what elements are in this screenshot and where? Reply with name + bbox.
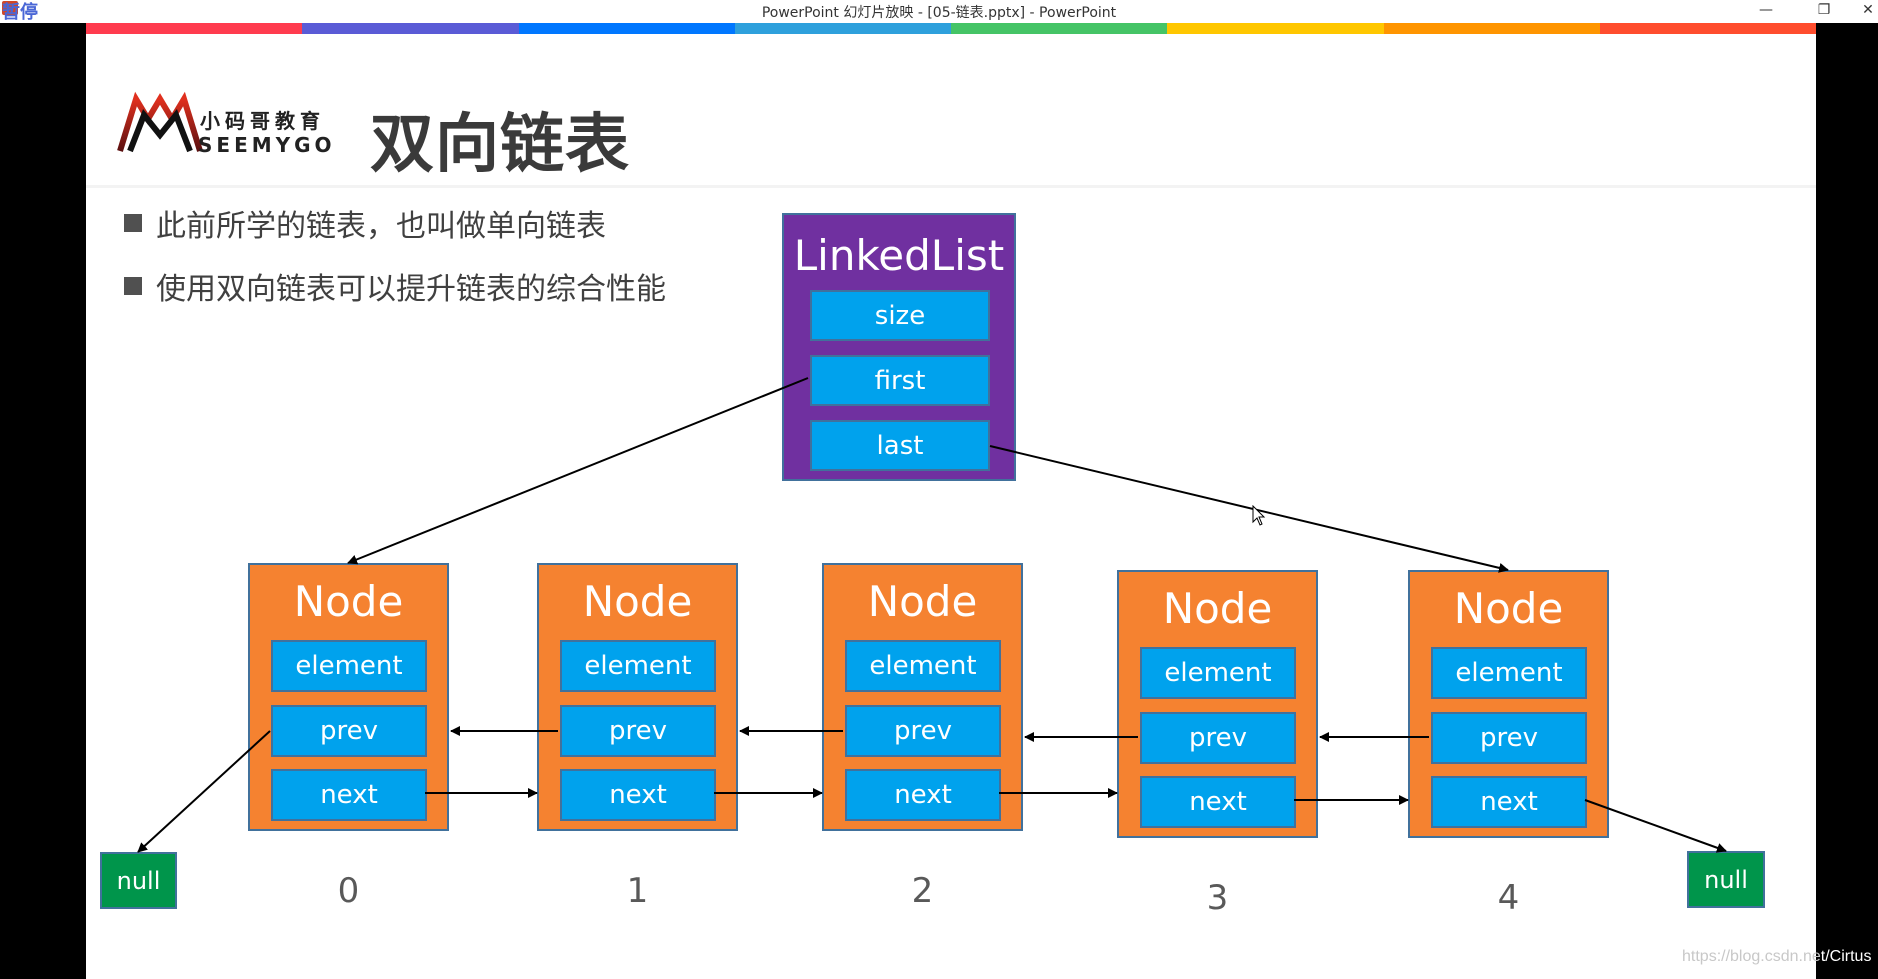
slide: 小码哥教育 SEEMYGO 双向链表 此前所学的链表，也叫做单向链表 使用双向链… — [86, 23, 1816, 979]
node-title: Node — [867, 577, 978, 626]
mouse-cursor-icon — [1252, 505, 1266, 526]
node-title: Node — [1453, 584, 1564, 633]
linkedlist-field-size: size — [810, 290, 990, 341]
node-field-prev: prev — [560, 705, 716, 757]
node-index-label: 2 — [911, 871, 934, 911]
bullet-text: 此前所学的链表，也叫做单向链表 — [156, 209, 606, 244]
color-bar-segment — [302, 23, 519, 34]
color-bar-segment — [1167, 23, 1384, 34]
node-title: Node — [582, 577, 693, 626]
node-box-2: Node element prev next — [822, 563, 1023, 831]
node-field-element: element — [845, 640, 1001, 692]
node-field-element: element — [560, 640, 716, 692]
color-bar-segment — [951, 23, 1168, 34]
linkedlist-field-first: first — [810, 355, 990, 406]
node-index-label: 3 — [1206, 878, 1229, 918]
slide-title: 双向链表 — [370, 108, 630, 182]
slide-color-bar — [86, 23, 1816, 34]
node-field-prev: prev — [1140, 712, 1296, 764]
node-index-label: 4 — [1497, 878, 1520, 918]
node-field-element: element — [1431, 647, 1587, 699]
close-button[interactable]: ✕ — [1858, 0, 1878, 22]
node-index-label: 1 — [626, 871, 649, 911]
watermark-light-text: https://blog.csdn.ne — [1682, 948, 1821, 965]
arrow-last-to-node-4 — [989, 445, 1509, 573]
window-title: PowerPoint 幻灯片放映 - [05-链表.pptx] - PowerP… — [761, 5, 1117, 21]
linkedlist-title: LinkedList — [793, 231, 1005, 280]
node-title: Node — [1162, 584, 1273, 633]
node-title: Node — [293, 577, 404, 626]
node-field-next: next — [1140, 776, 1296, 828]
pause-overlay-label: 暂停 — [2, 2, 38, 23]
null-box-left: null — [100, 852, 177, 909]
arrow-first-to-node-0 — [347, 377, 809, 565]
color-bar-segment — [1383, 23, 1600, 34]
node-field-next: next — [845, 769, 1001, 821]
node-box-4: Node element prev next — [1408, 570, 1609, 838]
window-titlebar: 暂停 PowerPoint 幻灯片放映 - [05-链表.pptx] - Pow… — [0, 0, 1878, 23]
watermark: https://blog.csdn.net/Cirtus — [1682, 948, 1871, 966]
bullet-square-icon — [124, 214, 142, 232]
bullet-text: 使用双向链表可以提升链表的综合性能 — [156, 272, 666, 307]
node-box-3: Node element prev next — [1117, 570, 1318, 838]
logo-text-en: SEEMYGO — [198, 133, 336, 157]
linkedlist-box: LinkedList size first last — [782, 213, 1016, 481]
node-field-prev: prev — [1431, 712, 1587, 764]
color-bar-segment — [86, 23, 303, 34]
node-index-label: 0 — [337, 871, 360, 911]
node-field-prev: prev — [271, 705, 427, 757]
node-box-1: Node element prev next — [537, 563, 738, 831]
node-field-prev: prev — [845, 705, 1001, 757]
bullet-item: 使用双向链表可以提升链表的综合性能 — [124, 264, 666, 308]
node-field-next: next — [271, 769, 427, 821]
color-bar-segment — [734, 23, 951, 34]
bullet-square-icon — [124, 277, 142, 295]
node-box-0: Node element prev next — [248, 563, 449, 831]
node-field-element: element — [271, 640, 427, 692]
linkedlist-field-last: last — [810, 420, 990, 471]
node-field-next: next — [560, 769, 716, 821]
bullet-item: 此前所学的链表，也叫做单向链表 — [124, 201, 606, 245]
color-bar-segment — [518, 23, 735, 34]
restore-button[interactable]: ❐ — [1804, 0, 1844, 22]
logo-text-cn: 小码哥教育 — [200, 109, 325, 133]
node-field-next: next — [1431, 776, 1587, 828]
null-box-right: null — [1687, 851, 1765, 908]
node-field-element: element — [1140, 647, 1296, 699]
header-divider — [86, 185, 1816, 188]
color-bar-segment — [1599, 23, 1816, 34]
minimize-button[interactable]: — — [1746, 0, 1786, 22]
watermark-dark-text: t/Cirtus — [1820, 948, 1872, 965]
